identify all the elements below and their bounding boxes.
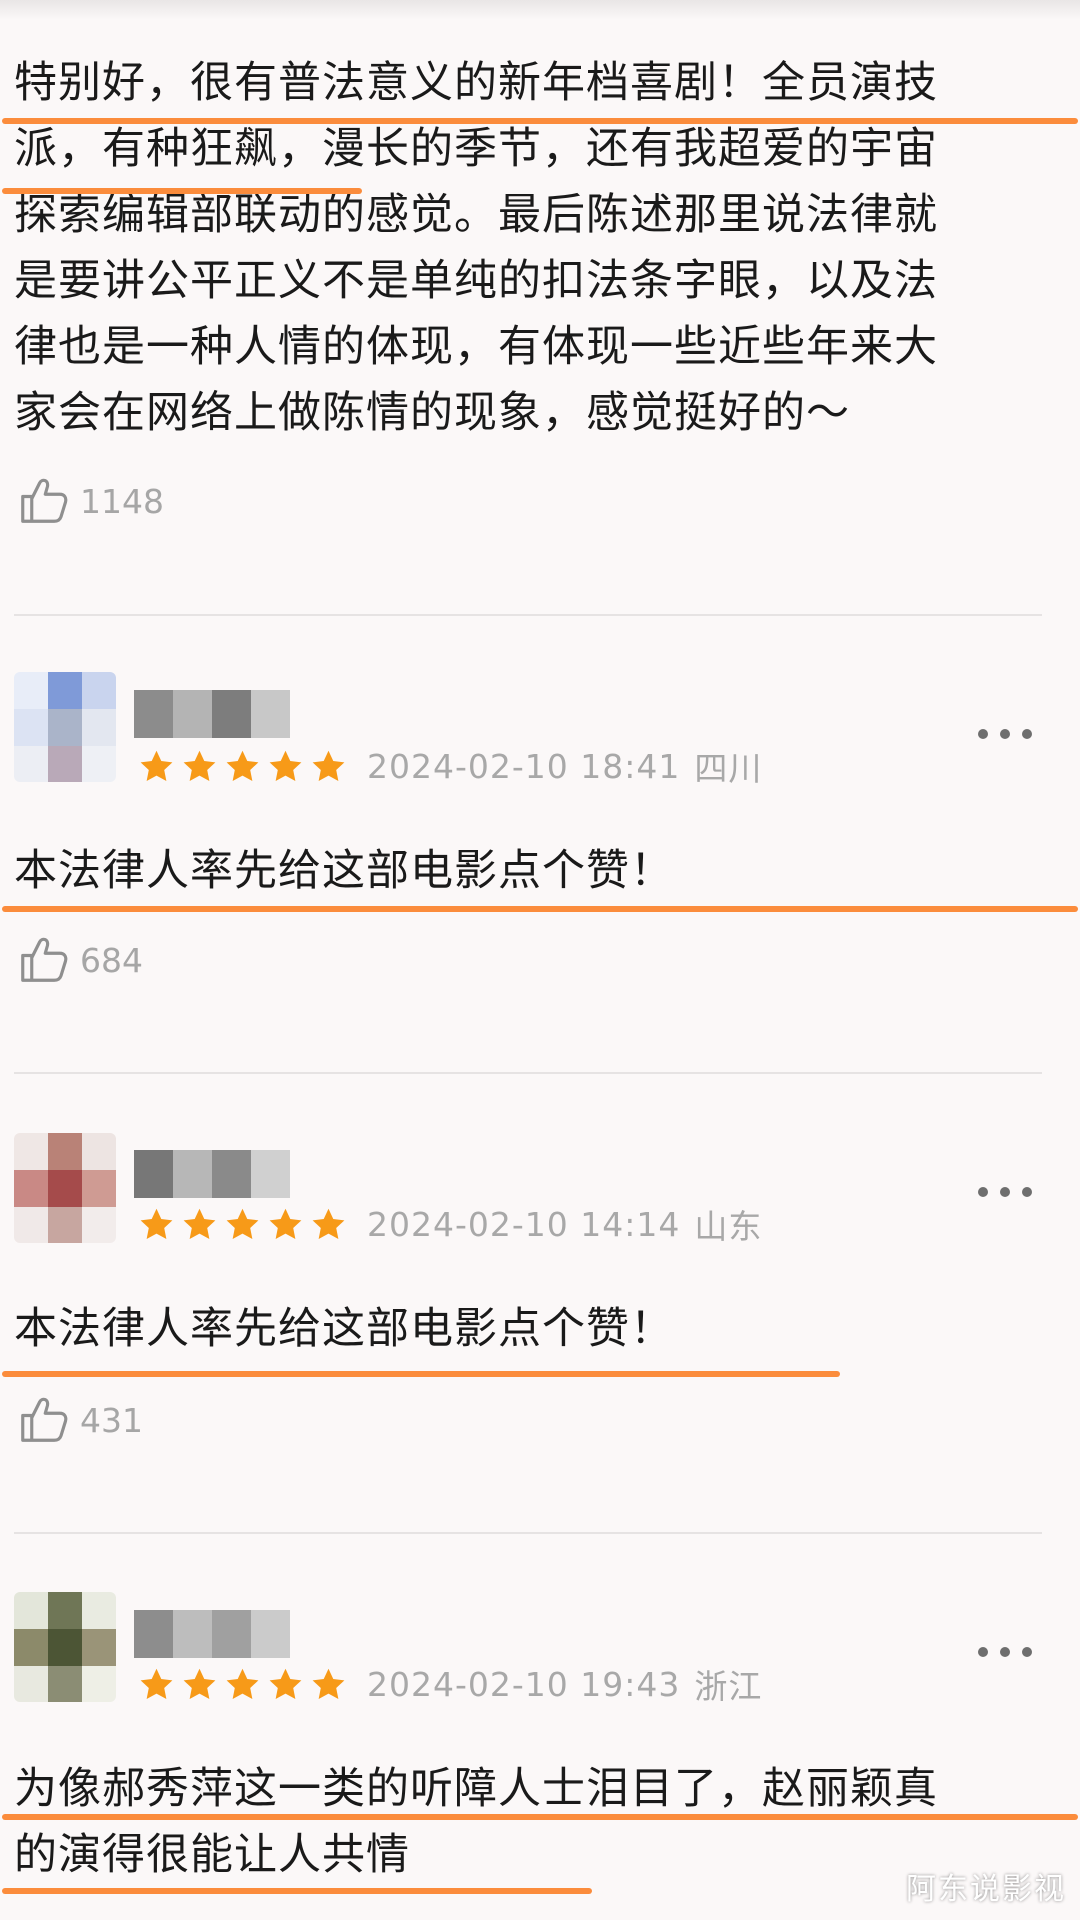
divider bbox=[14, 1532, 1042, 1534]
thumbs-up-icon bbox=[16, 1393, 70, 1447]
rating-row: 2024-02-10 19:43 浙江 bbox=[138, 1662, 762, 1706]
comment-text: 本法律人率先给这部电影点个赞！ bbox=[14, 846, 674, 896]
username-blurred bbox=[134, 1610, 290, 1658]
comment-text: 特别好，很有普法意义的新年档喜剧！全员演技 派，有种狂飙，漫长的季节，还有我超爱… bbox=[14, 58, 938, 438]
like-button[interactable]: 1148 bbox=[16, 473, 164, 529]
username-blurred bbox=[134, 1150, 290, 1198]
star-icon bbox=[224, 748, 261, 785]
star-icon bbox=[267, 1206, 304, 1243]
highlight-underline bbox=[2, 1814, 1078, 1820]
star-icon bbox=[138, 1206, 175, 1243]
star-icon bbox=[267, 1666, 304, 1703]
more-dots-icon bbox=[1022, 729, 1032, 739]
star-rating bbox=[138, 1666, 347, 1703]
more-dots-icon bbox=[978, 1647, 988, 1657]
thumbs-up-icon bbox=[16, 933, 70, 987]
highlight-underline bbox=[2, 1888, 592, 1894]
rating-row: 2024-02-10 14:14 山东 bbox=[138, 1202, 762, 1246]
avatar[interactable] bbox=[14, 672, 116, 782]
more-dots-icon bbox=[1022, 1647, 1032, 1657]
star-icon bbox=[267, 748, 304, 785]
thumbs-up-icon bbox=[16, 474, 70, 528]
star-icon bbox=[310, 748, 347, 785]
rating-row: 2024-02-10 18:41 四川 bbox=[138, 744, 762, 788]
star-icon bbox=[224, 1206, 261, 1243]
username-blurred bbox=[134, 690, 290, 738]
like-button[interactable]: 684 bbox=[16, 932, 143, 988]
avatar[interactable] bbox=[14, 1592, 116, 1702]
star-rating bbox=[138, 1206, 347, 1243]
more-options-button[interactable] bbox=[978, 1182, 1032, 1202]
star-icon bbox=[138, 1666, 175, 1703]
star-icon bbox=[310, 1206, 347, 1243]
more-dots-icon bbox=[1000, 1647, 1010, 1657]
like-count: 1148 bbox=[80, 481, 164, 521]
star-icon bbox=[224, 1666, 261, 1703]
like-button[interactable]: 431 bbox=[16, 1392, 143, 1448]
star-icon bbox=[181, 1206, 218, 1243]
highlight-underline bbox=[2, 188, 362, 194]
more-dots-icon bbox=[978, 1187, 988, 1197]
divider bbox=[14, 614, 1042, 616]
highlight-underline bbox=[2, 906, 1078, 912]
star-rating bbox=[138, 748, 347, 785]
highlight-underline bbox=[2, 1371, 840, 1377]
more-dots-icon bbox=[1022, 1187, 1032, 1197]
top-fade bbox=[0, 0, 1080, 20]
star-icon bbox=[310, 1666, 347, 1703]
divider bbox=[14, 1072, 1042, 1074]
comment-timestamp: 2024-02-10 19:43 bbox=[367, 1664, 681, 1704]
comment-timestamp: 2024-02-10 18:41 bbox=[367, 746, 681, 786]
more-dots-icon bbox=[1000, 729, 1010, 739]
comment-location: 浙江 bbox=[694, 1667, 763, 1706]
comment-location: 四川 bbox=[694, 749, 763, 788]
more-options-button[interactable] bbox=[978, 724, 1032, 744]
more-dots-icon bbox=[1000, 1187, 1010, 1197]
more-options-button[interactable] bbox=[978, 1642, 1032, 1662]
highlight-underline bbox=[2, 118, 1078, 124]
comment-text: 本法律人率先给这部电影点个赞！ bbox=[14, 1304, 674, 1354]
avatar[interactable] bbox=[14, 1133, 116, 1243]
more-dots-icon bbox=[978, 729, 988, 739]
comment-location: 山东 bbox=[694, 1207, 763, 1246]
star-icon bbox=[181, 1666, 218, 1703]
watermark: 阿东说影视 bbox=[906, 1872, 1066, 1907]
comment-timestamp: 2024-02-10 14:14 bbox=[367, 1204, 681, 1244]
star-icon bbox=[181, 748, 218, 785]
star-icon bbox=[138, 748, 175, 785]
like-count: 431 bbox=[80, 1400, 143, 1440]
like-count: 684 bbox=[80, 940, 143, 980]
